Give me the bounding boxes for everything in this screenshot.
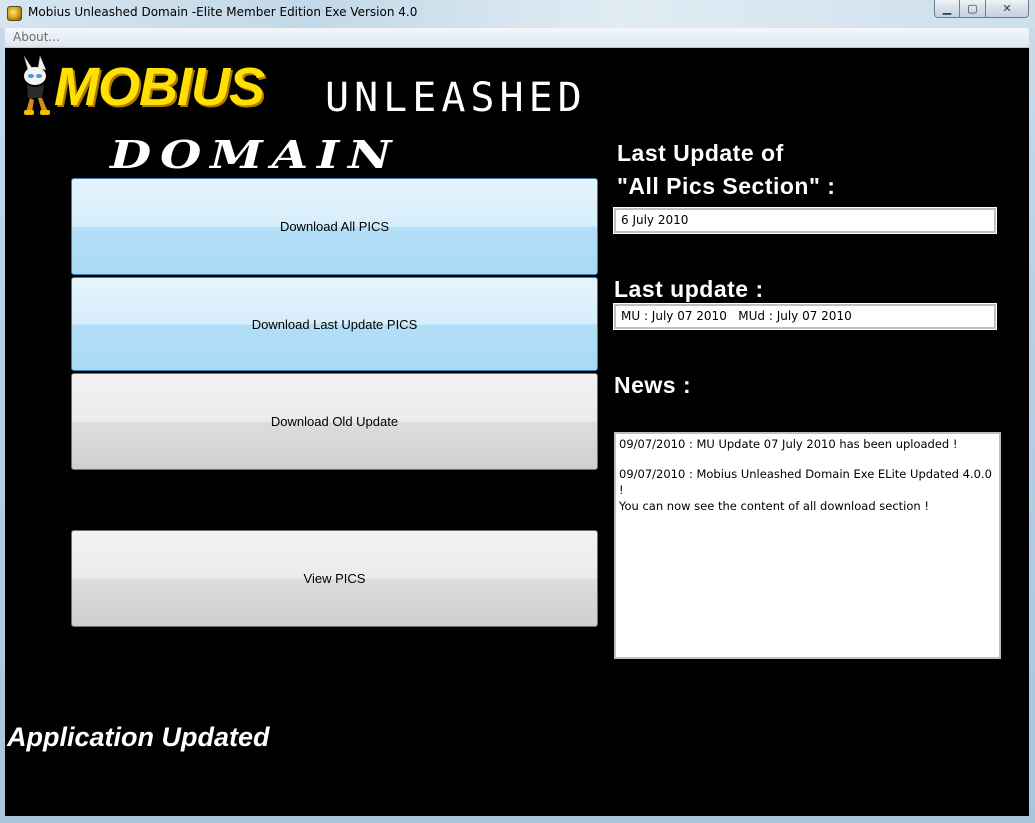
download-old-update-button[interactable]: Download Old Update [71, 373, 598, 470]
last-update-all-field[interactable]: 6 July 2010 [613, 207, 997, 234]
window-title: Mobius Unleashed Domain -Elite Member Ed… [28, 5, 418, 19]
last-update-label: Last update : [614, 276, 764, 302]
menu-about[interactable]: About... [13, 30, 60, 44]
last-update-all-label-line2: "All Pics Section" : [617, 173, 836, 199]
app-logo: MOBIUS UNLEASHED DOMAIN [18, 54, 618, 177]
close-button[interactable]: ✕ [986, 0, 1029, 18]
news-item: 09/07/2010 : Mobius Unleashed Domain Exe… [619, 467, 992, 497]
download-last-update-pics-label: Download Last Update PICS [251, 316, 418, 332]
minimize-icon: ▁ [942, 3, 952, 15]
menu-bar: About... [5, 28, 1029, 48]
download-all-pics-label: Download All PICS [279, 219, 390, 234]
news-item: 09/07/2010 : MU Update 07 July 2010 has … [619, 437, 958, 451]
app-icon[interactable] [7, 6, 22, 21]
view-pics-button[interactable]: View PICS [71, 530, 598, 627]
maximize-icon: ▢ [967, 3, 978, 15]
news-spacer [619, 452, 996, 466]
last-update-field[interactable]: MU : July 07 2010 MUd : July 07 2010 [613, 303, 997, 330]
title-bar[interactable]: Mobius Unleashed Domain -Elite Member Ed… [0, 0, 1035, 28]
mascot-icon [23, 55, 50, 115]
last-update-all-label-line1: Last Update of [617, 140, 784, 166]
status-label: Application Updated [7, 722, 270, 752]
view-pics-label: View PICS [303, 571, 366, 586]
app-window: Mobius Unleashed Domain -Elite Member Ed… [0, 0, 1035, 823]
client-area: MOBIUS UNLEASHED DOMAIN Download All PIC… [5, 48, 1029, 816]
download-old-update-label: Download Old Update [270, 414, 399, 429]
news-label: News : [614, 372, 692, 398]
close-icon: ✕ [1002, 3, 1012, 15]
logo-domain-text: DOMAIN [110, 132, 401, 177]
news-item: You can now see the content of all downl… [619, 499, 929, 513]
logo-mobius-text: MOBIUS [54, 57, 265, 117]
maximize-button[interactable]: ▢ [960, 0, 986, 18]
download-last-update-pics-button[interactable]: Download Last Update PICS [71, 277, 598, 371]
download-all-pics-button[interactable]: Download All PICS [71, 178, 598, 275]
window-controls: ▁ ▢ ✕ [934, 0, 1029, 19]
minimize-button[interactable]: ▁ [934, 0, 960, 18]
news-textbox[interactable]: 09/07/2010 : MU Update 07 July 2010 has … [614, 432, 1001, 659]
logo-unleashed-text: UNLEASHED [325, 75, 587, 121]
